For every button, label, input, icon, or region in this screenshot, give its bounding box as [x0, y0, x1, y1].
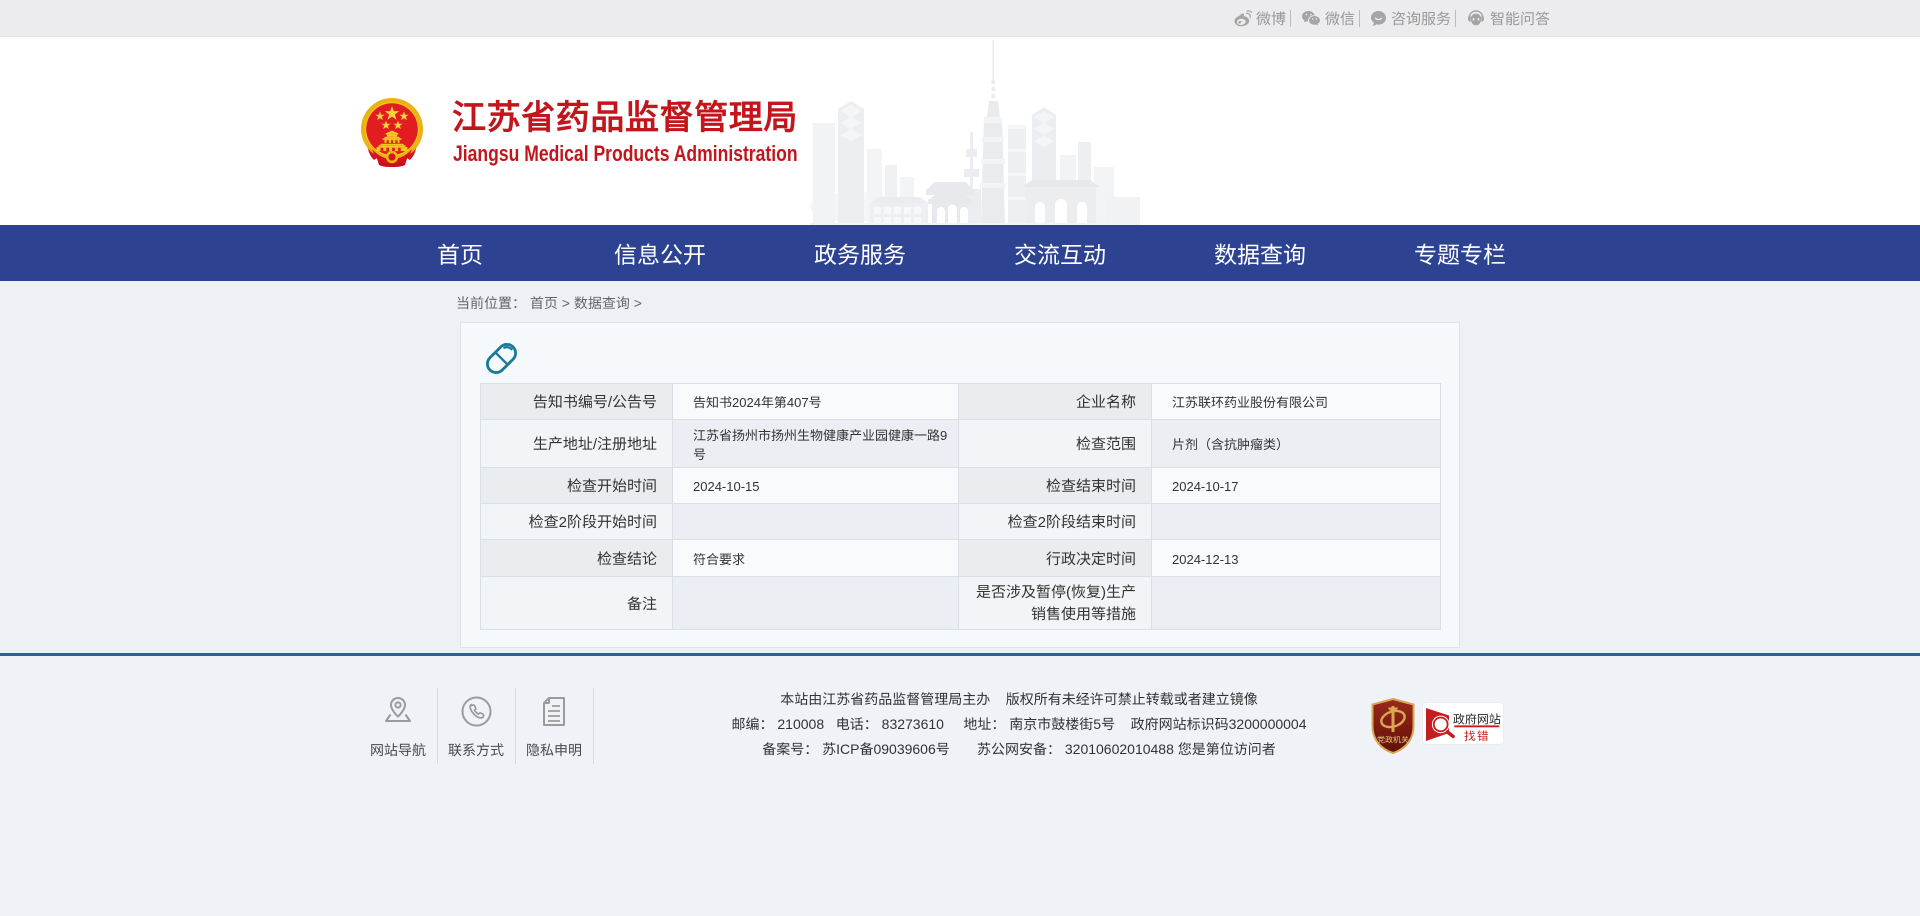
svg-text:政府网站: 政府网站: [1453, 710, 1501, 727]
svg-text:党政机关: 党政机关: [1377, 735, 1409, 746]
svg-text:找错: 找错: [1464, 728, 1490, 744]
